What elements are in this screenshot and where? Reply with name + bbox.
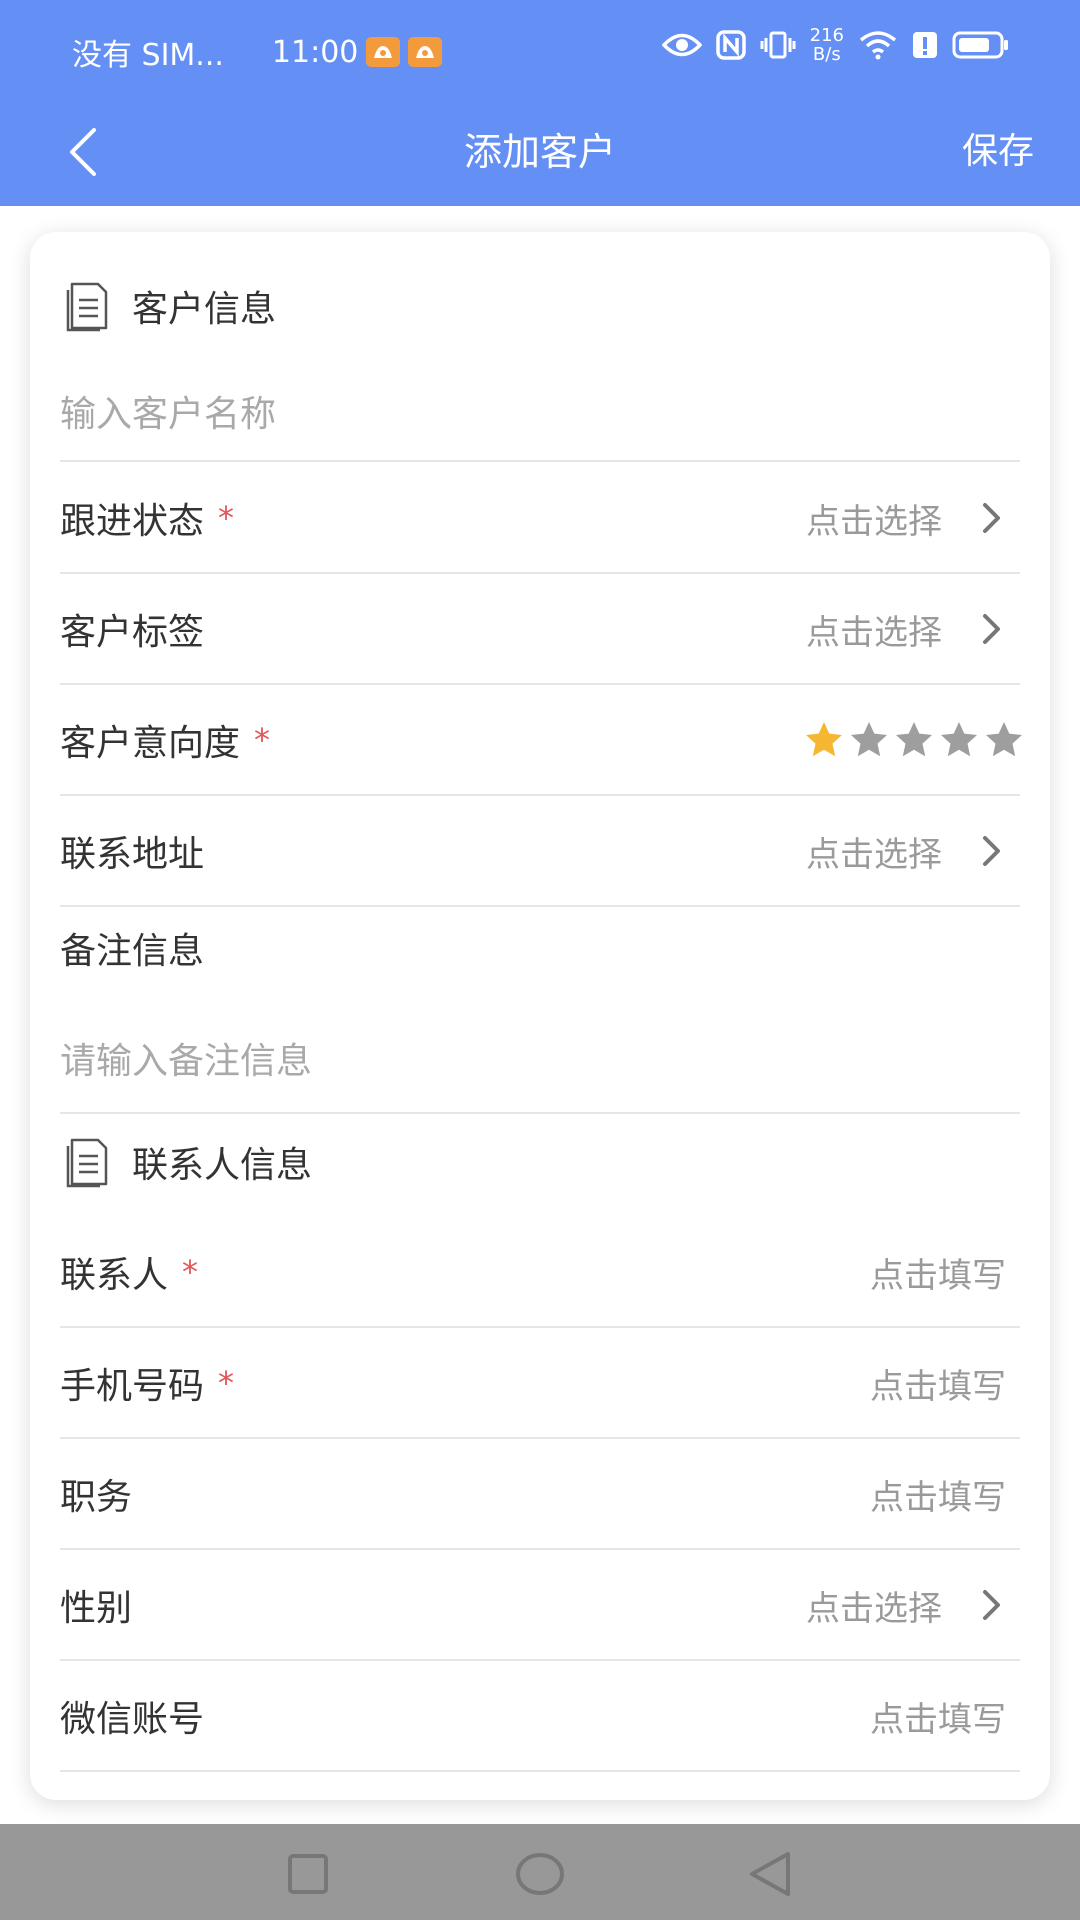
row-label: 性别 xyxy=(60,1588,133,1629)
row-label: 联系地址 xyxy=(60,834,205,875)
screen: 没有 SIM... 11:00 216 B/s 添加客户 保存 客户信息 输入客… xyxy=(0,0,1080,1920)
row-value: 点击填写 xyxy=(870,1699,1006,1740)
page-title: 添加客户 xyxy=(463,130,616,174)
chevron-right-icon xyxy=(983,503,1000,533)
battery-icon xyxy=(952,31,1008,59)
remark-label: 备注信息 xyxy=(60,931,205,972)
customer-intent-row: 客户意向度 * xyxy=(60,686,1022,796)
gender-row[interactable]: 性别 点击选择 xyxy=(60,1551,1020,1661)
row-value: 点击填写 xyxy=(870,1366,1006,1407)
star-icon[interactable] xyxy=(937,718,981,762)
required-mark: * xyxy=(218,499,235,537)
customer-section-title: 客户信息 xyxy=(132,289,277,330)
job-title-row[interactable]: 职务 点击填写 xyxy=(60,1440,1020,1550)
customer-section-header: 客户信息 xyxy=(64,274,276,338)
square-icon xyxy=(288,1854,328,1894)
contact-address-row[interactable]: 联系地址 点击选择 xyxy=(60,797,1020,907)
required-mark: * xyxy=(182,1253,199,1291)
row-value: 点击填写 xyxy=(870,1477,1006,1518)
status-bar: 没有 SIM... 11:00 216 B/s xyxy=(0,0,1080,100)
network-speed: 216 B/s xyxy=(809,25,844,65)
alert-icon xyxy=(913,32,937,58)
document-icon xyxy=(66,1138,108,1188)
save-button[interactable]: 保存 xyxy=(962,122,1034,182)
required-mark: * xyxy=(254,721,271,759)
mobile-number-row[interactable]: 手机号码 * 点击填写 xyxy=(60,1329,1020,1439)
status-left: 没有 SIM... 11:00 xyxy=(72,30,443,74)
recent-apps-button[interactable] xyxy=(278,1844,338,1904)
customer-name-input[interactable]: 输入客户名称 xyxy=(60,362,1020,462)
contact-section-title: 联系人信息 xyxy=(132,1145,313,1186)
row-value: 点击选择 xyxy=(806,605,1020,654)
follow-status-row[interactable]: 跟进状态 * 点击选择 xyxy=(60,464,1020,574)
row-value: 点击选择 xyxy=(806,494,1020,543)
chevron-right-icon xyxy=(983,1590,1000,1620)
app-notification-icon xyxy=(366,37,401,67)
intent-rating[interactable] xyxy=(801,718,1026,762)
row-label: 跟进状态 xyxy=(60,501,205,542)
star-icon[interactable] xyxy=(982,718,1026,762)
contact-person-row[interactable]: 联系人 * 点击填写 xyxy=(60,1218,1020,1328)
required-mark: * xyxy=(218,1364,235,1402)
star-icon[interactable] xyxy=(892,718,936,762)
status-time: 11:00 xyxy=(271,34,359,70)
form-card: 客户信息 输入客户名称 跟进状态 * 点击选择 客户标签 点击选择 客户意向度 … xyxy=(30,232,1050,1800)
remark-placeholder: 请输入备注信息 xyxy=(60,1041,313,1082)
row-label: 客户意向度 xyxy=(60,723,241,764)
row-label: 微信账号 xyxy=(60,1699,205,1740)
nav-bar: 添加客户 保存 xyxy=(0,100,1080,206)
row-value: 点击选择 xyxy=(806,1581,1020,1630)
remark-input[interactable]: 请输入备注信息 xyxy=(60,1004,1020,1114)
row-value: 点击选择 xyxy=(806,827,1020,876)
chevron-right-icon xyxy=(983,836,1000,866)
wechat-account-row[interactable]: 微信账号 点击填写 xyxy=(60,1662,1020,1772)
customer-tag-row[interactable]: 客户标签 点击选择 xyxy=(60,575,1020,685)
status-right: 216 B/s xyxy=(648,26,1010,64)
circle-icon xyxy=(516,1853,564,1895)
row-label: 手机号码 xyxy=(60,1366,205,1407)
contact-section-header: 联系人信息 xyxy=(64,1130,312,1194)
nfc-icon xyxy=(715,30,746,60)
row-label: 联系人 xyxy=(60,1255,169,1296)
star-icon[interactable] xyxy=(802,718,846,762)
chevron-right-icon xyxy=(983,614,1000,644)
row-value: 点击填写 xyxy=(870,1255,1006,1296)
customer-name-placeholder: 输入客户名称 xyxy=(60,394,277,435)
app-notification-icon xyxy=(408,37,443,67)
home-button[interactable] xyxy=(510,1844,570,1904)
eye-icon xyxy=(661,33,702,57)
back-nav-button[interactable] xyxy=(740,1844,800,1904)
star-icon[interactable] xyxy=(847,718,891,762)
carrier-text: 没有 SIM... xyxy=(72,38,224,73)
system-nav-bar xyxy=(0,1824,1080,1920)
document-icon xyxy=(66,282,108,332)
triangle-back-icon xyxy=(750,1852,790,1896)
wifi-icon xyxy=(859,31,897,60)
row-label: 职务 xyxy=(60,1477,133,1518)
vibrate-icon xyxy=(760,31,796,59)
header: 没有 SIM... 11:00 216 B/s 添加客户 保存 xyxy=(0,0,1080,206)
row-label: 客户标签 xyxy=(60,612,205,653)
